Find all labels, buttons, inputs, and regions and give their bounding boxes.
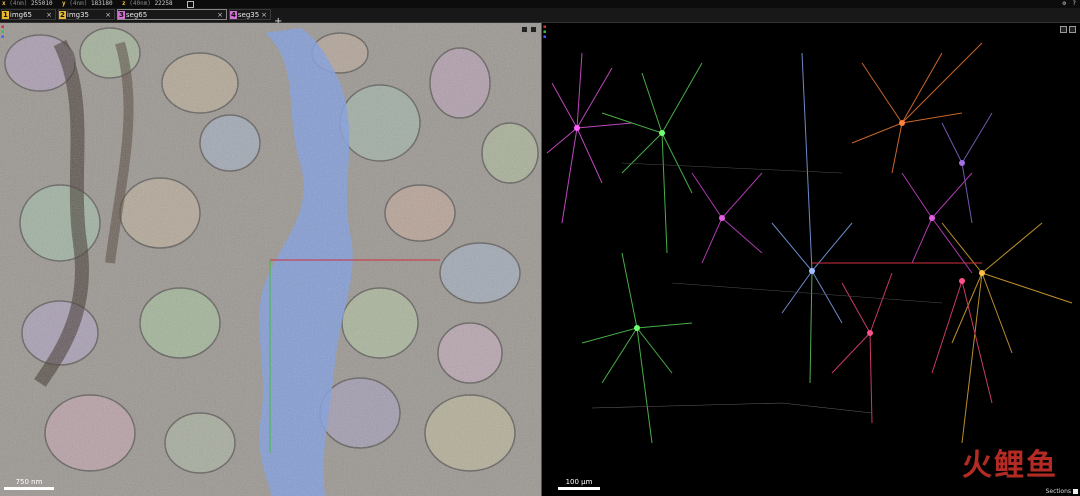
- coordinate-bar: x (4nm) 255010 y (4nm) 183180 z (40nm) 2…: [0, 0, 1080, 8]
- panel-controls: [521, 26, 537, 33]
- sections-checkbox[interactable]: [1073, 489, 1078, 494]
- sections-label: Sections: [1045, 488, 1071, 495]
- layout-icon[interactable]: [1060, 26, 1067, 33]
- scale-label: 750 nm: [15, 478, 43, 486]
- coord-z-value[interactable]: 22258: [155, 0, 173, 7]
- watermark-logo: 火鲤鱼: [962, 448, 1058, 483]
- scale-bar-line: [558, 487, 600, 490]
- help-icon[interactable]: ?: [1072, 0, 1076, 8]
- neuron-render: [542, 23, 1080, 496]
- tab-number: 2: [59, 10, 66, 19]
- coord-x[interactable]: x (4nm) 255010: [2, 0, 53, 8]
- tab-seg65[interactable]: 3 seg65 ×: [117, 9, 227, 20]
- scale-label: 100 µm: [565, 478, 593, 486]
- tab-number: 3: [118, 10, 125, 19]
- tab-img65[interactable]: 1 img65 ×: [1, 9, 56, 20]
- layer-tab-bar: 1 img65 × 2 img35 × 3 seg65 × 4 seg35 × …: [0, 8, 1080, 27]
- panel-controls: [1060, 26, 1076, 33]
- maximize-icon[interactable]: [530, 26, 537, 33]
- copy-icon[interactable]: [187, 1, 194, 8]
- tab-label: img65: [9, 10, 32, 19]
- layout-icon[interactable]: [521, 26, 528, 33]
- close-icon[interactable]: ×: [105, 11, 111, 19]
- maximize-icon[interactable]: [1069, 26, 1076, 33]
- em-image: [0, 23, 541, 496]
- sections-toggle[interactable]: Sections: [1046, 488, 1078, 495]
- tab-img35[interactable]: 2 img35 ×: [58, 9, 115, 20]
- tab-label: img35: [66, 10, 89, 19]
- coord-x-value[interactable]: 255010: [31, 0, 53, 7]
- scale-bar: 100 µm: [558, 478, 600, 490]
- axis-indicator: ▪ ▪ ▪: [1, 24, 5, 40]
- tab-number: 4: [230, 10, 237, 19]
- tab-label: seg35: [237, 10, 260, 19]
- scale-bar: 750 nm: [4, 478, 54, 490]
- coord-y-value[interactable]: 183180: [91, 0, 113, 7]
- 3d-mesh-view[interactable]: ▪ ▪ ▪ 100 µm 火鲤鱼 Sections: [542, 23, 1080, 496]
- settings-icon[interactable]: ⚙: [1062, 0, 1066, 8]
- close-icon[interactable]: ×: [46, 11, 52, 19]
- em-slice-view[interactable]: ▪ ▪ ▪ 750 nm: [0, 23, 541, 496]
- coord-z[interactable]: z (40nm) 22258: [122, 0, 173, 8]
- tab-number: 1: [2, 10, 9, 19]
- close-icon[interactable]: ×: [217, 11, 223, 19]
- tab-seg35[interactable]: 4 seg35 ×: [229, 9, 271, 20]
- close-icon[interactable]: ×: [261, 11, 267, 19]
- coord-y[interactable]: y (4nm) 183180: [62, 0, 113, 8]
- axis-indicator: ▪ ▪ ▪: [543, 24, 547, 40]
- tab-label: seg65: [125, 10, 148, 19]
- scale-bar-line: [4, 487, 54, 490]
